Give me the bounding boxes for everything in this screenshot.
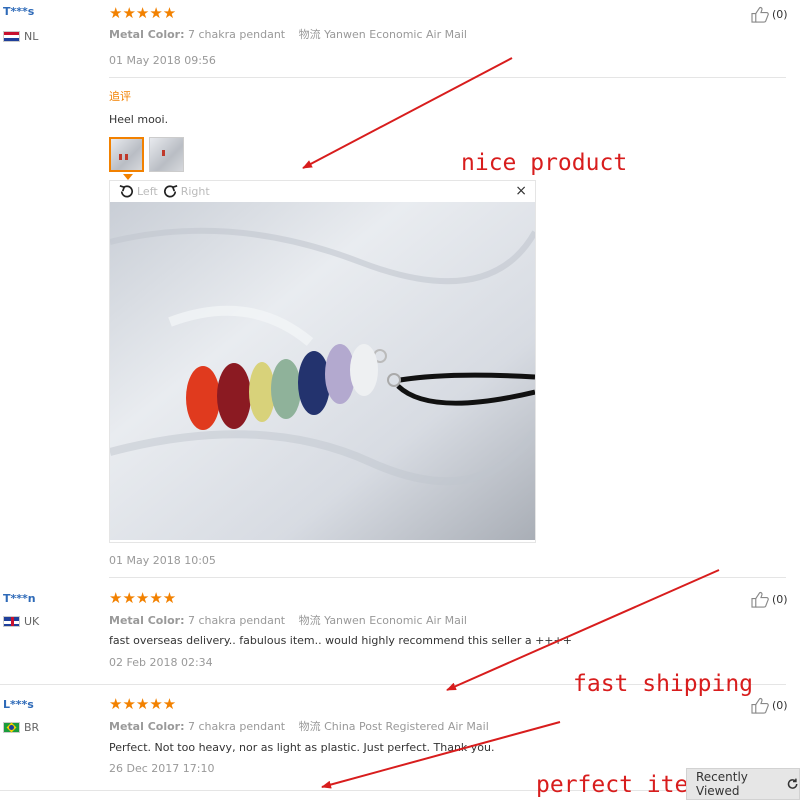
- annotation-nice-product: nice product: [461, 150, 628, 176]
- annotation-arrow: [321, 721, 561, 789]
- recently-viewed-button[interactable]: Recently Viewed: [686, 768, 800, 800]
- annotation-fast-shipping: fast shipping: [573, 671, 754, 697]
- annotation-perfect-item: perfect item: [536, 772, 703, 798]
- refresh-icon: [787, 778, 798, 789]
- recently-viewed-label: Recently Viewed: [696, 770, 748, 798]
